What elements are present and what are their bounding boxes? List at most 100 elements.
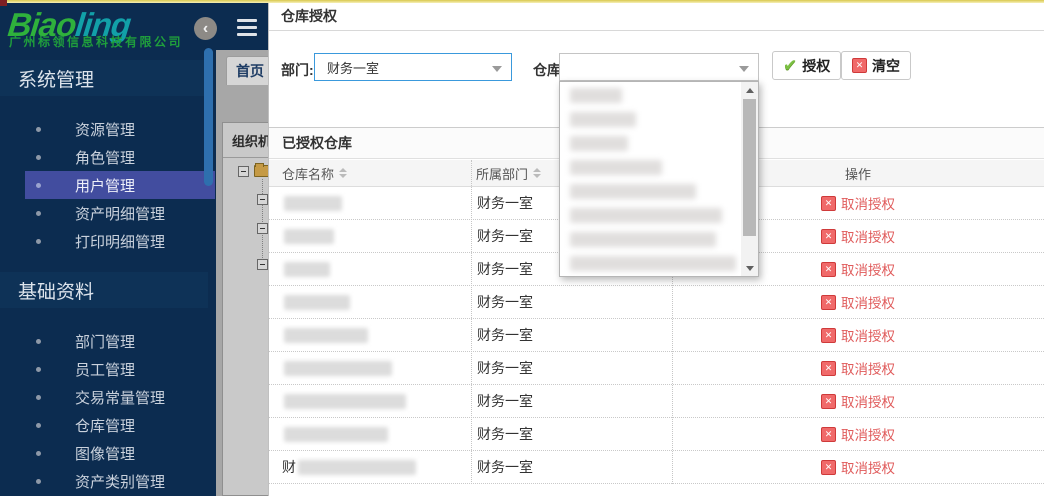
- red-x-icon: ✕: [821, 460, 836, 475]
- sort-icon: [533, 168, 541, 178]
- red-x-icon: ✕: [821, 262, 836, 277]
- tree-collapse-icon[interactable]: [257, 194, 268, 205]
- tree-collapse-icon[interactable]: [257, 259, 268, 270]
- modal-title: 仓库授权: [281, 6, 337, 26]
- dropdown-option-redacted[interactable]: [570, 112, 636, 127]
- sidebar-item[interactable]: 资产类别管理: [0, 467, 208, 495]
- chevron-down-icon: [739, 66, 749, 72]
- red-x-icon: ✕: [821, 229, 836, 244]
- bullet-icon: [36, 423, 41, 428]
- sidebar-item[interactable]: 图像管理: [0, 439, 208, 467]
- sidebar-item-label: 用户管理: [75, 175, 135, 196]
- cancel-authorization-label: 取消授权: [841, 424, 895, 444]
- cancel-authorization-button[interactable]: ✕ 取消授权: [672, 292, 1044, 312]
- dropdown-option-redacted[interactable]: [570, 160, 662, 175]
- warehouse-dropdown-list[interactable]: [559, 81, 759, 277]
- cancel-authorization-label: 取消授权: [841, 457, 895, 477]
- sidebar-item[interactable]: 交易常量管理: [0, 383, 208, 411]
- scrollbar-thumb[interactable]: [743, 99, 756, 236]
- dropdown-items: [570, 88, 758, 271]
- table-row: 财 财务一室 ✕ 取消授权: [269, 451, 1044, 484]
- department-cell: 财务一室: [471, 457, 672, 477]
- warehouse-authorization-modal: 仓库授权 部门: 财务一室 仓库: ✔ 授权 ✕ 清空 已授权仓库 仓库名称: [268, 0, 1044, 496]
- red-x-icon: ✕: [821, 295, 836, 310]
- authorized-warehouses-title: 已授权仓库: [282, 133, 352, 153]
- cancel-authorization-button[interactable]: ✕ 取消授权: [672, 457, 1044, 477]
- divider: [269, 30, 1044, 31]
- cancel-authorization-label: 取消授权: [841, 226, 895, 246]
- red-x-icon: ✕: [821, 394, 836, 409]
- scroll-up-button[interactable]: [741, 82, 758, 98]
- sidebar-item-label: 资源管理: [75, 119, 135, 140]
- dropdown-scrollbar[interactable]: [741, 82, 758, 276]
- dropdown-option-redacted[interactable]: [570, 232, 716, 247]
- table-row: 财务一室 ✕ 取消授权: [269, 319, 1044, 352]
- warehouse-name-cell: [269, 328, 471, 343]
- cancel-authorization-label: 取消授权: [841, 193, 895, 213]
- top-notification-strip: [0, 0, 1044, 3]
- triangle-down-icon: [746, 266, 754, 271]
- column-divider: [471, 160, 472, 484]
- tree-collapse-icon[interactable]: [257, 223, 268, 234]
- clear-button[interactable]: ✕ 清空: [841, 51, 911, 80]
- sidebar-section-basic[interactable]: 基础资料: [0, 272, 208, 308]
- authorize-button[interactable]: ✔ 授权: [772, 51, 841, 80]
- scroll-down-button[interactable]: [741, 260, 758, 276]
- sidebar-item-label: 资产类别管理: [75, 471, 165, 492]
- dropdown-option-redacted[interactable]: [570, 88, 622, 103]
- warehouse-name-fragment: 财: [282, 457, 296, 477]
- redacted-text: [284, 328, 368, 343]
- red-x-icon: ✕: [821, 361, 836, 376]
- top-corner-marker: [0, 0, 7, 6]
- sidebar-item[interactable]: 打印明细管理: [0, 227, 208, 255]
- sidebar-item[interactable]: 仓库管理: [0, 411, 208, 439]
- cancel-authorization-button[interactable]: ✕ 取消授权: [672, 325, 1044, 345]
- sidebar-item[interactable]: 资产明细管理: [0, 199, 208, 227]
- sidebar-item-label: 打印明细管理: [75, 231, 165, 252]
- redacted-text: [284, 394, 406, 409]
- cancel-authorization-button[interactable]: ✕ 取消授权: [672, 424, 1044, 444]
- redacted-text: [284, 229, 334, 244]
- sidebar-item[interactable]: 角色管理: [0, 143, 208, 171]
- chevron-down-icon: [492, 66, 502, 72]
- department-label: 部门:: [281, 60, 314, 80]
- warehouse-name-cell: [269, 229, 471, 244]
- dropdown-option-redacted[interactable]: [570, 184, 696, 199]
- cancel-authorization-label: 取消授权: [841, 358, 895, 378]
- table-row: 财务一室 ✕ 取消授权: [269, 418, 1044, 451]
- cancel-authorization-button[interactable]: ✕ 取消授权: [672, 358, 1044, 378]
- brand-company-name: 广州标领信息科技有限公司: [9, 33, 183, 50]
- cancel-authorization-label: 取消授权: [841, 325, 895, 345]
- warehouse-select[interactable]: [559, 53, 759, 81]
- column-header-warehouse-name[interactable]: 仓库名称: [269, 164, 471, 183]
- sidebar-item[interactable]: 资源管理: [0, 115, 208, 143]
- cancel-authorization-button[interactable]: ✕ 取消授权: [672, 391, 1044, 411]
- warehouse-name-cell: [269, 295, 471, 310]
- sidebar-item[interactable]: 员工管理: [0, 355, 208, 383]
- sidebar-item-label: 图像管理: [75, 443, 135, 464]
- department-cell: 财务一室: [471, 358, 672, 378]
- app-window: Biaoling 广州标领信息科技有限公司 系统管理 资源管理 角色管理 用户管…: [0, 0, 1044, 496]
- sidebar-item[interactable]: 部门管理: [0, 327, 208, 355]
- warehouse-name-cell: [269, 262, 471, 277]
- chevron-left-icon: ‹: [203, 21, 208, 37]
- sidebar-item[interactable]: 用户管理: [25, 171, 215, 199]
- sidebar-item-label: 交易常量管理: [75, 387, 165, 408]
- sidebar-scrollbar[interactable]: [204, 48, 213, 186]
- hamburger-icon[interactable]: [237, 19, 257, 36]
- redacted-text: [284, 427, 388, 442]
- tree-collapse-icon[interactable]: [238, 166, 249, 177]
- sidebar-collapse-button[interactable]: ‹: [194, 17, 217, 40]
- clear-button-label: 清空: [872, 56, 900, 76]
- tree-connector: [262, 179, 263, 264]
- department-select[interactable]: 财务一室: [314, 53, 512, 81]
- warehouse-name-cell: [269, 196, 471, 211]
- sort-icon: [339, 168, 347, 178]
- sidebar-section-system[interactable]: 系统管理: [0, 60, 208, 96]
- dropdown-option-redacted[interactable]: [570, 136, 628, 151]
- bullet-icon: [36, 395, 41, 400]
- dropdown-option-redacted[interactable]: [570, 208, 722, 223]
- bullet-icon: [36, 127, 41, 132]
- cancel-authorization-label: 取消授权: [841, 259, 895, 279]
- dropdown-option-redacted[interactable]: [570, 256, 736, 271]
